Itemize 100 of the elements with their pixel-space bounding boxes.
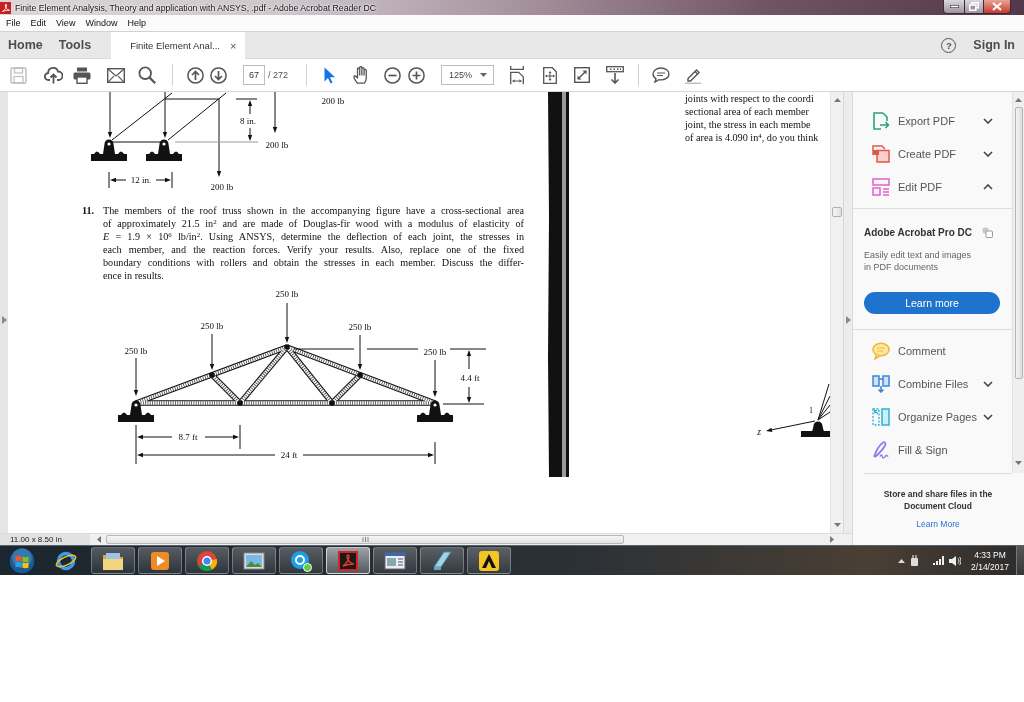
dimension-label: 24 ft: [280, 450, 298, 460]
tool-item[interactable]: Export PDF: [872, 111, 955, 130]
scroll-up-arrow-icon[interactable]: [833, 98, 841, 102]
sign-in-button[interactable]: Sign In: [973, 38, 1015, 52]
cloud-text: Store and share files in the Document Cloud: [882, 488, 994, 512]
landscape-icon: [243, 549, 265, 572]
page-width-icon[interactable]: [510, 65, 524, 85]
signal-bars-icon[interactable]: [933, 556, 944, 565]
document-tab[interactable]: Finite Element Anal... ×: [111, 32, 246, 59]
close-button[interactable]: [984, 0, 1011, 14]
restore-button[interactable]: [965, 0, 984, 14]
dimension-label: 12 in.: [130, 175, 152, 185]
chevron-up-icon[interactable]: [983, 183, 993, 190]
caret-up-icon[interactable]: [898, 558, 905, 563]
overlapping-squares-icon[interactable]: [982, 227, 993, 238]
scroll-up-arrow-icon[interactable]: [1015, 98, 1022, 102]
pen-icon[interactable]: [684, 66, 702, 84]
learn-more-link[interactable]: Learn More: [916, 519, 960, 529]
start-orb-icon[interactable]: [8, 546, 36, 575]
force-label: 250 lb: [275, 289, 299, 299]
triangle-tile-icon: [478, 549, 500, 572]
close-icon: [992, 2, 1002, 11]
restore-icon: [969, 2, 979, 11]
close-tab-button[interactable]: ×: [227, 39, 239, 52]
learn-more-button[interactable]: Learn more: [864, 292, 1000, 314]
taskbar-button[interactable]: [467, 547, 511, 574]
hand-icon[interactable]: [353, 66, 369, 84]
disc-dot-icon: [290, 549, 312, 572]
problem-number: 11.: [82, 204, 96, 217]
scrollbar-thumb[interactable]: [106, 535, 624, 544]
scroll-left-arrow-icon[interactable]: [97, 536, 101, 543]
tool-item[interactable]: Edit PDF: [872, 177, 942, 196]
play-tile-icon: [149, 549, 171, 572]
page-size-label: 11.00 x 8.50 in: [0, 534, 90, 545]
taskbar-date: 2/14/2017: [971, 560, 1009, 573]
speaker-icon[interactable]: [949, 555, 961, 566]
chevron-down-icon[interactable]: [983, 117, 993, 124]
taskbar-button[interactable]: [279, 547, 323, 574]
menu-item[interactable]: Help: [122, 17, 151, 29]
dimension-label: 8 in.: [240, 116, 256, 126]
taskbar-button[interactable]: [326, 547, 370, 574]
tool-item[interactable]: Fill & Sign: [872, 440, 948, 459]
pages-merge-icon: [872, 374, 890, 393]
cloud-upload-icon[interactable]: [44, 66, 63, 84]
speech-bubble-icon[interactable]: [652, 67, 670, 83]
chevron-down-icon[interactable]: [983, 413, 993, 420]
taskbar-button[interactable]: [232, 547, 276, 574]
expand-icon[interactable]: [574, 67, 590, 83]
chevron-down-icon[interactable]: [983, 150, 993, 157]
tab[interactable]: Home: [0, 32, 51, 58]
minimize-button[interactable]: [943, 0, 965, 14]
window-icon: [384, 549, 406, 572]
scroll-right-arrow-icon[interactable]: [830, 536, 834, 543]
segmented-circle-icon: [196, 549, 218, 572]
taskbar-button[interactable]: [420, 547, 464, 574]
bar-down-arrow-icon[interactable]: [606, 66, 624, 84]
tab[interactable]: Tools: [50, 32, 100, 58]
force-label: 200 lb: [321, 96, 345, 106]
circle-arrow-down-icon[interactable]: [210, 66, 227, 84]
caret-down-icon: [480, 73, 487, 77]
menu-item[interactable]: View: [51, 17, 81, 29]
axis-label: z: [757, 427, 761, 437]
taskbar-button[interactable]: [91, 547, 135, 574]
taskbar-button[interactable]: [185, 547, 229, 574]
taskbar-button[interactable]: [138, 547, 182, 574]
page-number-field[interactable]: 67: [243, 65, 265, 85]
pages-icon: [872, 144, 890, 163]
menu-item[interactable]: Edit: [25, 17, 52, 29]
zoom-out-icon[interactable]: [384, 66, 401, 84]
promo-title: Adobe Acrobat Pro DC: [864, 226, 972, 240]
zoom-dropdown[interactable]: 125%: [441, 65, 494, 85]
page-arrow-icon: [872, 111, 890, 130]
menu-item[interactable]: File: [1, 17, 26, 29]
chevron-down-icon[interactable]: [983, 380, 993, 387]
print-icon[interactable]: [73, 66, 91, 84]
zoom-in-icon[interactable]: [408, 66, 425, 84]
triangle-right-icon[interactable]: [845, 316, 851, 324]
node-label: 1: [809, 405, 813, 415]
triangle-right-icon[interactable]: [1, 316, 7, 324]
cursor-icon[interactable]: [324, 66, 335, 84]
search-icon[interactable]: [138, 66, 156, 84]
dimension-label: 8.7 ft: [178, 432, 198, 442]
problem-text: The members of the roof truss shown in the accompanying figure have a cross-sectional area of approximately 21.5 in$^{2}$ and are made of Douglas-fir wood with a modulus of elasticity of E = 1.9 × 10$^{6}$ lb/in$^{2}$. Using ANSYS, determine the deflection of each joint, the stresses in each member, and the reaction forces. Verify your results. Also, replace one of the fixed boundary conditions with rollers and obtain the stresses in each member. Discuss the differ- ence in results.: [103, 204, 524, 282]
tool-item[interactable]: Organize Pages: [872, 407, 977, 426]
scroll-down-arrow-icon[interactable]: [1015, 461, 1022, 465]
tool-item[interactable]: Create PDF: [872, 144, 957, 163]
force-label: 250 lb: [200, 321, 224, 331]
page-count: / 272: [268, 70, 290, 80]
taskbar-button[interactable]: [373, 547, 417, 574]
show-desktop-button[interactable]: [1016, 546, 1024, 575]
tool-item[interactable]: Combine Files: [872, 374, 969, 393]
page-arrows-icon[interactable]: [543, 66, 557, 84]
tool-item[interactable]: Comment: [872, 341, 946, 360]
circle-arrow-up-icon[interactable]: [187, 66, 204, 84]
scrollbar-thumb[interactable]: [1014, 107, 1023, 379]
scrollbar-thumb[interactable]: [832, 207, 842, 217]
scroll-down-arrow-icon[interactable]: [833, 523, 841, 527]
plug-icon[interactable]: [910, 554, 919, 567]
menu-item[interactable]: Window: [80, 17, 123, 29]
mail-icon[interactable]: [107, 67, 125, 83]
